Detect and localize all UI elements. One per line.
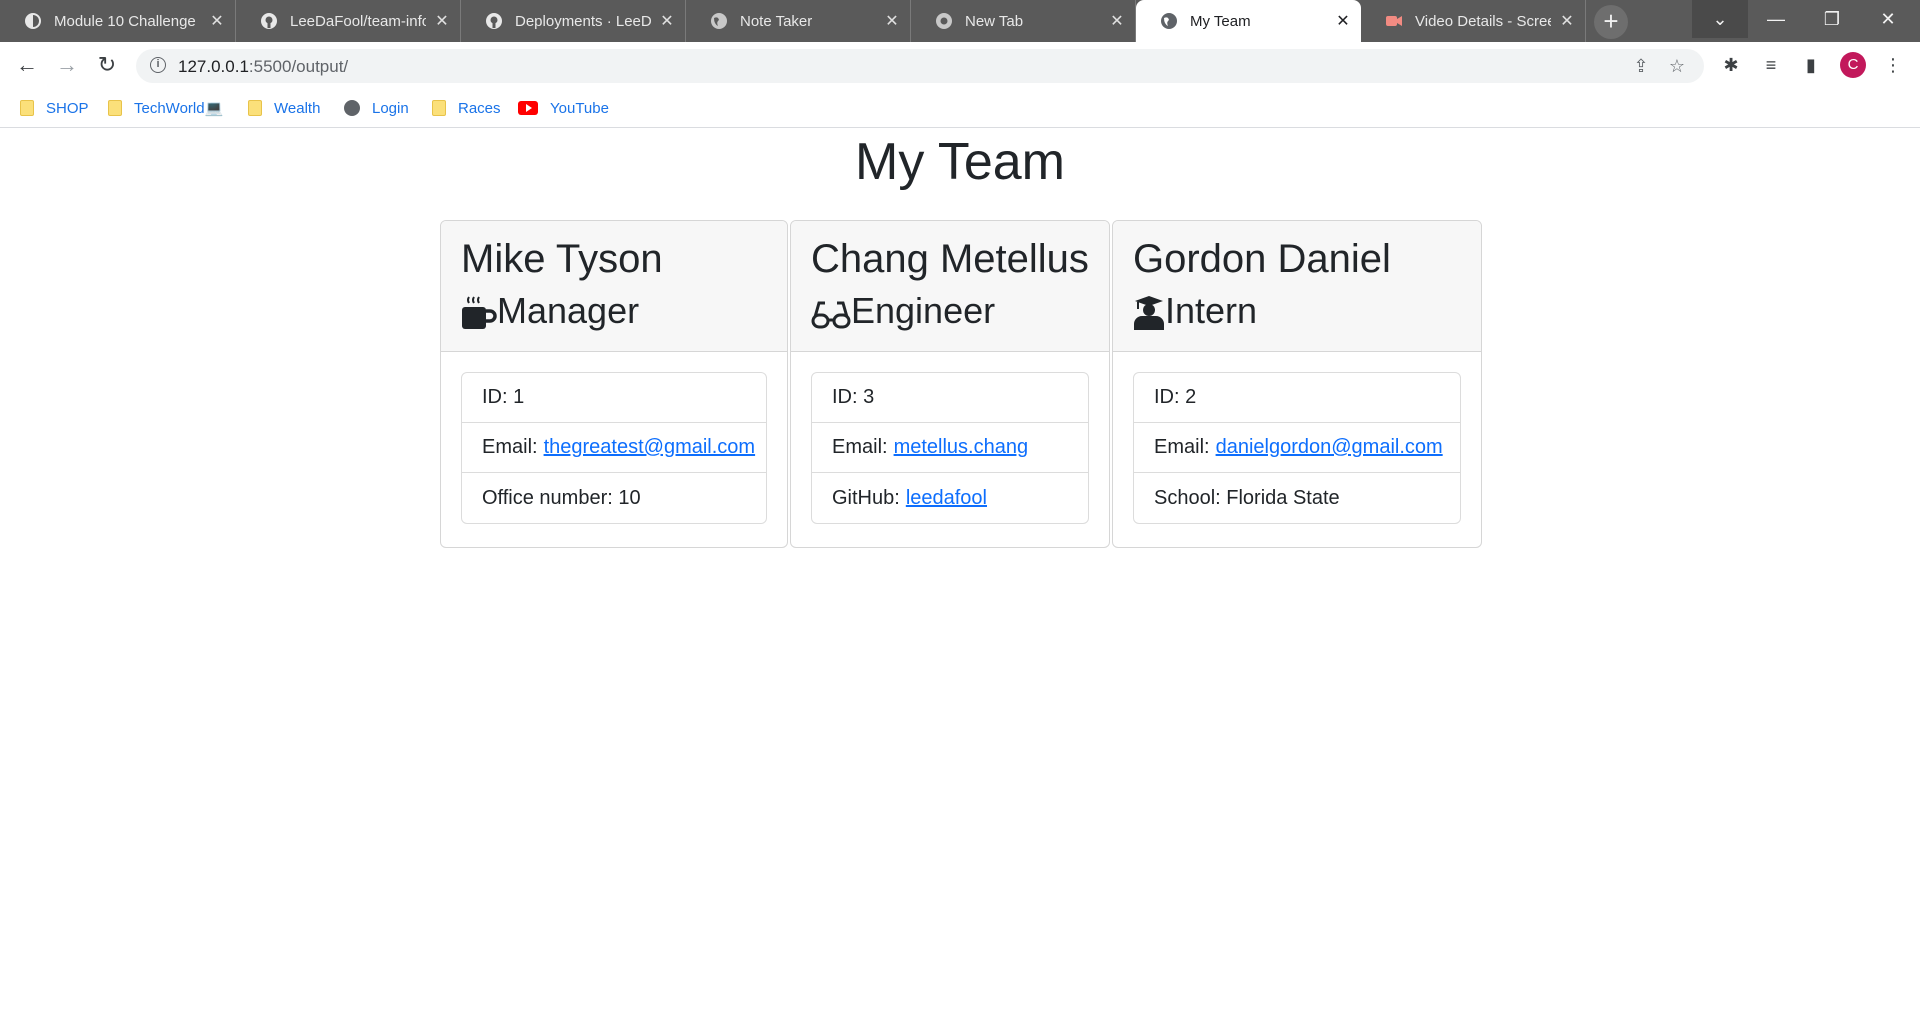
coffee-mug-icon	[461, 293, 497, 329]
github-icon	[260, 12, 278, 30]
employee-card-manager: Mike Tyson Manager ID: 1 Email: thegreat…	[440, 220, 788, 548]
restore-button[interactable]: ❐	[1804, 0, 1860, 38]
extensions-puzzle-icon[interactable]: ✱	[1718, 52, 1744, 78]
folder-icon	[248, 100, 262, 116]
new-tab-button[interactable]: +	[1594, 5, 1628, 39]
employee-role: Intern	[1133, 285, 1461, 337]
employee-name: Chang Metellus	[811, 237, 1089, 281]
card-header: Mike Tyson Manager	[441, 221, 787, 352]
globe-icon	[344, 100, 360, 116]
employee-email-row: Email: danielgordon@gmail.com	[1134, 423, 1460, 473]
graduate-icon	[1133, 293, 1165, 330]
media-queue-icon[interactable]: ≡	[1758, 52, 1784, 78]
tab-label: Note Taker	[740, 12, 813, 30]
bookmark-techworld[interactable]: TechWorld💻	[108, 96, 223, 120]
close-icon[interactable]: ✕	[884, 11, 900, 31]
close-icon[interactable]: ✕	[209, 11, 225, 31]
tab-label: Video Details - Screen	[1415, 12, 1551, 30]
bookmark-login[interactable]: Login	[344, 96, 409, 120]
tab-my-team[interactable]: My Team ✕	[1136, 0, 1361, 42]
url-text: 127.0.0.1:5500/output/	[178, 57, 349, 76]
tab-note-taker[interactable]: Note Taker ✕	[686, 0, 911, 42]
employee-role: Engineer	[811, 285, 1089, 337]
bookmark-star-icon[interactable]: ☆	[1666, 55, 1688, 77]
tab-label: LeeDaFool/team-info	[290, 12, 426, 30]
tab-team-info[interactable]: LeeDaFool/team-info ✕	[236, 0, 461, 42]
profile-avatar[interactable]: C	[1840, 52, 1866, 78]
chrome-icon	[935, 12, 953, 30]
site-icon	[24, 12, 42, 30]
window-close-button[interactable]: ✕	[1860, 0, 1916, 38]
employee-card-intern: Gordon Daniel Intern ID: 2 Email: daniel…	[1112, 220, 1482, 548]
github-row: GitHub: leedafool	[832, 486, 987, 510]
globe-icon	[1160, 12, 1178, 30]
employee-id: ID: 1	[462, 373, 766, 423]
tab-new-tab[interactable]: New Tab ✕	[911, 0, 1136, 42]
bookmark-races[interactable]: Races	[432, 96, 501, 120]
back-arrow-icon[interactable]: ←	[12, 50, 42, 80]
employee-id: ID: 2	[1134, 373, 1460, 423]
employee-details: ID: 2 Email: danielgordon@gmail.com Scho…	[1133, 372, 1461, 524]
email-link[interactable]: thegreatest@gmail.com	[544, 436, 756, 459]
glasses-icon	[811, 293, 851, 329]
page-content: My Team Mike Tyson Manager ID: 1 Email: …	[0, 128, 1920, 1030]
email-link[interactable]: metellus.chang	[894, 436, 1029, 459]
tab-module-10[interactable]: Module 10 Challenge ✕	[0, 0, 236, 42]
school: School: Florida State	[1154, 486, 1340, 509]
github-link[interactable]: leedafool	[906, 487, 987, 510]
forward-arrow-icon[interactable]: →	[52, 50, 82, 80]
tab-label: New Tab	[965, 12, 1024, 30]
menu-kebab-icon[interactable]: ⋮	[1880, 52, 1906, 78]
card-body: ID: 1 Email: thegreatest@gmail.com Offic…	[441, 352, 787, 524]
team-cards: Mike Tyson Manager ID: 1 Email: thegreat…	[440, 220, 1484, 548]
info-icon[interactable]: i	[150, 57, 166, 73]
close-icon[interactable]: ✕	[659, 11, 675, 31]
employee-details: ID: 1 Email: thegreatest@gmail.com Offic…	[461, 372, 767, 524]
tab-deployments[interactable]: Deployments · LeeDaF ✕	[461, 0, 686, 42]
tab-label: Deployments · LeeDaF	[515, 12, 651, 30]
bookmarks-bar: SHOP TechWorld💻 Wealth Login Races YouTu…	[0, 88, 1920, 128]
tab-strip: Module 10 Challenge ✕ LeeDaFool/team-inf…	[0, 0, 1920, 42]
folder-icon	[108, 100, 122, 116]
video-icon	[1385, 12, 1403, 30]
close-icon[interactable]: ✕	[1109, 11, 1125, 31]
side-panel-icon[interactable]: ▮	[1798, 52, 1824, 78]
close-icon[interactable]: ✕	[434, 11, 450, 31]
email-link[interactable]: danielgordon@gmail.com	[1216, 436, 1443, 459]
card-header: Gordon Daniel Intern	[1113, 221, 1481, 352]
share-icon[interactable]: ⇪	[1630, 55, 1652, 77]
folder-icon	[20, 100, 34, 116]
office-number: Office number: 10	[482, 486, 641, 509]
tab-video-details[interactable]: Video Details - Screen ✕	[1361, 0, 1586, 42]
card-body: ID: 2 Email: danielgordon@gmail.com Scho…	[1113, 352, 1481, 524]
github-icon	[485, 12, 503, 30]
employee-email-row: Email: metellus.chang	[812, 423, 1088, 473]
employee-name: Mike Tyson	[461, 237, 663, 281]
employee-id: ID: 3	[812, 373, 1088, 423]
bookmark-shop[interactable]: SHOP	[20, 96, 89, 120]
employee-role: Manager	[461, 285, 767, 337]
bookmark-wealth[interactable]: Wealth	[248, 96, 320, 120]
employee-details: ID: 3 Email: metellus.chang GitHub: leed…	[811, 372, 1089, 524]
tab-search-chevron-icon[interactable]: ⌄	[1692, 0, 1748, 38]
employee-name: Gordon Daniel	[1133, 237, 1391, 281]
employee-card-engineer: Chang Metellus Engineer ID: 3 Email: met…	[790, 220, 1110, 548]
reload-icon[interactable]: ↻	[92, 50, 122, 80]
close-icon[interactable]: ✕	[1559, 11, 1575, 31]
card-body: ID: 3 Email: metellus.chang GitHub: leed…	[791, 352, 1109, 524]
tab-label: Module 10 Challenge	[54, 12, 196, 30]
globe-icon	[710, 12, 728, 30]
youtube-icon	[518, 101, 538, 115]
card-header: Chang Metellus Engineer	[791, 221, 1109, 352]
minimize-button[interactable]: —	[1748, 0, 1804, 38]
browser-toolbar: ← → ↻ i 127.0.0.1:5500/output/ ⇪ ☆ ✱ ≡ ▮…	[0, 42, 1920, 88]
close-icon[interactable]: ✕	[1335, 11, 1351, 31]
address-bar[interactable]: i 127.0.0.1:5500/output/ ⇪ ☆	[136, 49, 1704, 83]
page-title: My Team	[855, 133, 1065, 191]
bookmark-youtube[interactable]: YouTube	[518, 96, 609, 120]
employee-email-row: Email: thegreatest@gmail.com	[462, 423, 766, 473]
folder-icon	[432, 100, 446, 116]
tab-label: My Team	[1190, 12, 1251, 30]
